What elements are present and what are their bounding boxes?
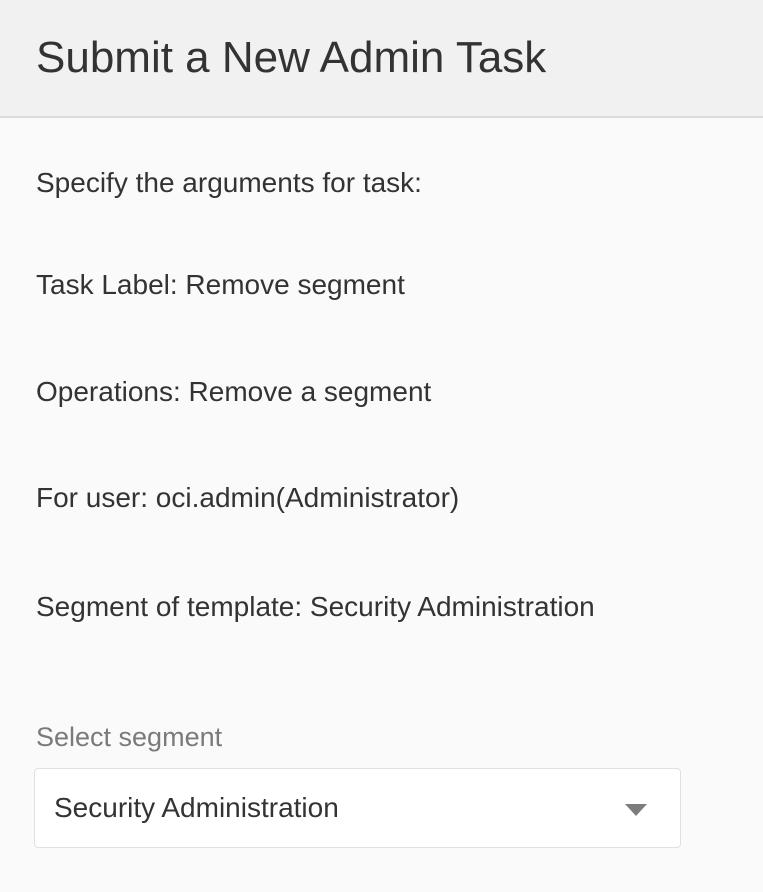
operations-text: Operations: Remove a segment <box>36 376 432 407</box>
task-instructions: Specify the arguments for task: <box>36 167 422 198</box>
select-segment-label: Select segment <box>36 722 223 752</box>
segment-template-text: Segment of template: Security Administra… <box>36 591 595 622</box>
page-header: Submit a New Admin Task <box>0 0 763 118</box>
page-title: Submit a New Admin Task <box>36 33 547 82</box>
segment-select[interactable]: Security Administration <box>34 768 681 848</box>
for-user-text: For user: oci.admin(Administrator) <box>36 482 460 513</box>
segment-select-value: Security Administration <box>54 792 339 823</box>
task-label-text: Task Label: Remove segment <box>36 269 405 300</box>
chevron-down-icon[interactable] <box>625 804 647 816</box>
